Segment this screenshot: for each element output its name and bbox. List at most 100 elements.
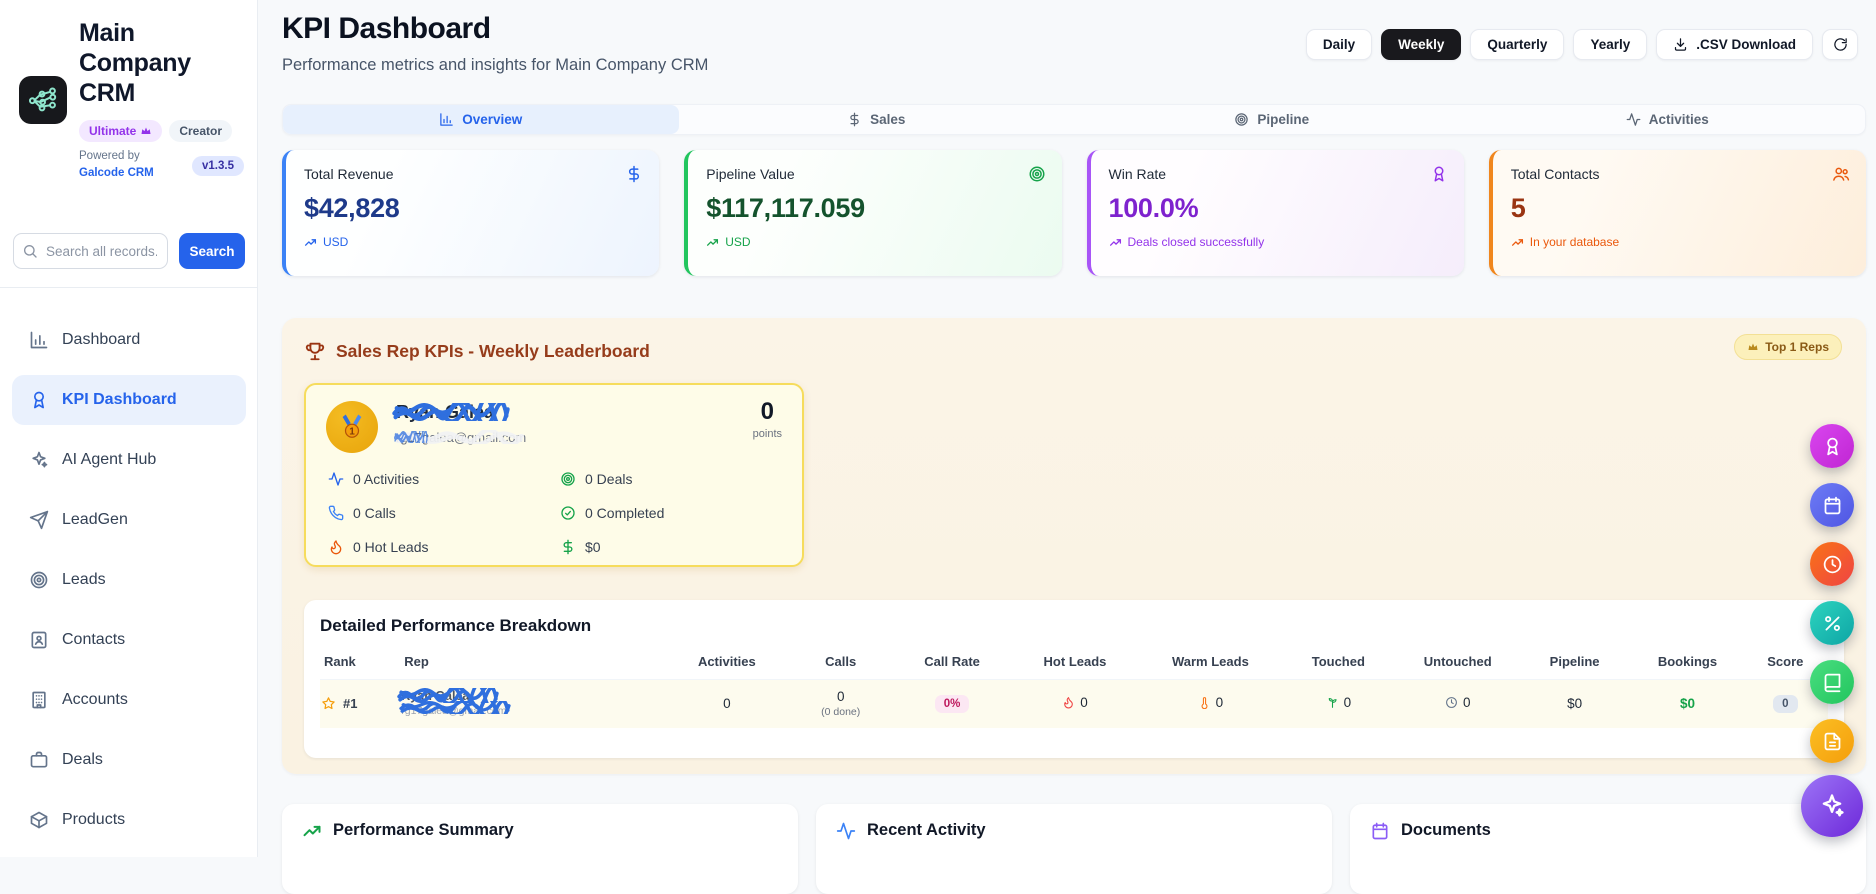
- breakdown-table: Rank Rep Activities Calls Call Rate Hot …: [320, 648, 1828, 728]
- sidebar-item-contacts[interactable]: Contacts: [12, 615, 246, 665]
- sidebar-item-accounts[interactable]: Accounts: [12, 675, 246, 725]
- csv-download-button[interactable]: .CSV Download: [1656, 29, 1813, 60]
- rep-points-value: 0: [760, 398, 774, 425]
- cell-bookings: $0: [1632, 679, 1743, 728]
- kpi-card-total-revenue: Total Revenue $42,828 USD: [282, 150, 660, 276]
- col-call-rate: Call Rate: [896, 648, 1008, 680]
- kpi-card-total-contacts: Total Contacts 5 In your database: [1488, 150, 1866, 276]
- medal-icon: [337, 412, 367, 442]
- kpi-value: $117,117.059: [706, 193, 865, 223]
- daily-button[interactable]: Daily: [1305, 29, 1373, 60]
- score-badge: 0: [1773, 694, 1798, 713]
- thermometer-icon: [1198, 696, 1211, 709]
- fab-calendar-button[interactable]: [1810, 483, 1854, 527]
- building-icon: [29, 690, 49, 710]
- search-button[interactable]: Search: [179, 233, 245, 269]
- fab-file-button[interactable]: [1810, 719, 1854, 763]
- users-icon: [1832, 165, 1850, 183]
- dollar-icon: [625, 165, 643, 183]
- sidebar-item-ai-agent-hub[interactable]: AI Agent Hub: [12, 435, 246, 485]
- sidebar-nav: Dashboard KPI Dashboard AI Agent Hub Lea…: [0, 305, 258, 845]
- tab-label: Sales: [870, 112, 906, 127]
- company-name: Main Company CRM: [79, 19, 191, 107]
- cell-activities: 0: [669, 679, 785, 728]
- stat-revenue: $0: [560, 530, 768, 564]
- rep-points-label: points: [752, 428, 782, 440]
- csv-download-label: .CSV Download: [1696, 37, 1796, 52]
- sidebar-item-deals[interactable]: Deals: [12, 735, 246, 785]
- network-logo-icon: [26, 83, 60, 117]
- kpi-title: Total Revenue: [304, 166, 394, 182]
- kpi-footer: USD: [323, 235, 349, 249]
- fab-ai-assistant-button[interactable]: [1801, 775, 1863, 837]
- tab-pipeline[interactable]: Pipeline: [1074, 105, 1470, 134]
- target-icon: [560, 471, 576, 487]
- sidebar-item-label: Contacts: [62, 631, 126, 648]
- cell-untouched: 0: [1398, 679, 1517, 728]
- target-icon: [29, 570, 49, 590]
- sidebar-item-products[interactable]: Products: [12, 795, 246, 845]
- kpi-value: 5: [1510, 193, 1526, 223]
- yearly-button[interactable]: Yearly: [1573, 29, 1648, 60]
- fab-award-button[interactable]: [1810, 424, 1854, 468]
- refresh-button[interactable]: [1822, 29, 1858, 60]
- stat-activities: 0 Activities: [328, 462, 560, 496]
- kpi-card-win-rate: Win Rate 100.0% Deals closed successfull…: [1086, 150, 1464, 276]
- search-box[interactable]: [13, 233, 168, 269]
- activity-icon: [1626, 112, 1641, 127]
- table-header-row: Rank Rep Activities Calls Call Rate Hot …: [320, 648, 1828, 680]
- bar-chart-icon: [439, 112, 454, 127]
- weekly-button[interactable]: Weekly: [1381, 29, 1462, 60]
- trend-up-icon: [302, 821, 322, 841]
- powered-by-link[interactable]: Galcode CRM: [79, 167, 154, 179]
- col-activities: Activities: [669, 648, 785, 680]
- tab-overview[interactable]: Overview: [283, 105, 679, 134]
- bar-chart-icon: [29, 330, 49, 350]
- fab-percent-button[interactable]: [1810, 601, 1854, 645]
- stat-hot-leads: 0 Hot Leads: [328, 530, 560, 564]
- plan-badge: Ultimate: [79, 120, 163, 142]
- trophy-icon: [304, 340, 326, 362]
- trend-up-icon: [1109, 236, 1122, 249]
- trend-up-icon: [1511, 236, 1524, 249]
- crown-icon: [1747, 341, 1759, 353]
- sidebar-item-leads[interactable]: Leads: [12, 555, 246, 605]
- sidebar-item-leadgen[interactable]: LeadGen: [12, 495, 246, 545]
- role-badge: Creator: [169, 120, 233, 142]
- sidebar-item-label: Deals: [62, 751, 103, 768]
- avatar: [326, 401, 378, 453]
- search-icon: [22, 243, 38, 259]
- stat-completed: 0 Completed: [560, 496, 768, 530]
- dollar-icon: [847, 112, 862, 127]
- quarterly-button[interactable]: Quarterly: [1470, 29, 1565, 60]
- rep-cell: Ryan Galea rg17galea@gmail.com: [401, 689, 506, 718]
- trend-up-icon: [304, 236, 317, 249]
- col-hot-leads: Hot Leads: [1007, 648, 1143, 680]
- sidebar-item-dashboard[interactable]: Dashboard: [12, 315, 246, 365]
- percent-icon: [1822, 613, 1843, 634]
- fab-book-button[interactable]: [1810, 660, 1854, 704]
- fab-clock-button[interactable]: [1810, 542, 1854, 586]
- target-icon: [1028, 165, 1046, 183]
- search-input[interactable]: [44, 242, 159, 260]
- tab-sales[interactable]: Sales: [679, 105, 1075, 134]
- book-icon: [1822, 672, 1843, 693]
- tab-label: Overview: [462, 112, 523, 127]
- cell-calls: 0 (0 done): [784, 679, 897, 728]
- target-icon: [1234, 112, 1249, 127]
- call-rate-badge: 0%: [934, 694, 970, 713]
- kpi-footer: In your database: [1529, 235, 1620, 249]
- cell-call-rate: 0%: [896, 679, 1008, 728]
- award-icon: [1430, 165, 1448, 183]
- sidebar-item-label: Leads: [62, 571, 106, 588]
- powered-by-label: Powered by: [79, 150, 140, 162]
- tab-label: Activities: [1648, 112, 1709, 127]
- company-logo[interactable]: [19, 76, 67, 124]
- cell-warm-leads: 0: [1142, 679, 1279, 728]
- tab-activities[interactable]: Activities: [1470, 105, 1866, 134]
- check-circle-icon: [560, 505, 576, 521]
- table-row[interactable]: #1 Ryan Galea rg17galea@gmail.com 0 0 (0…: [320, 679, 1828, 728]
- rep-leaderboard-card[interactable]: Ryan Galea rg17galea@gmail.com 0 points …: [304, 383, 804, 567]
- sidebar-item-kpi-dashboard[interactable]: KPI Dashboard: [12, 375, 246, 425]
- package-icon: [29, 810, 49, 830]
